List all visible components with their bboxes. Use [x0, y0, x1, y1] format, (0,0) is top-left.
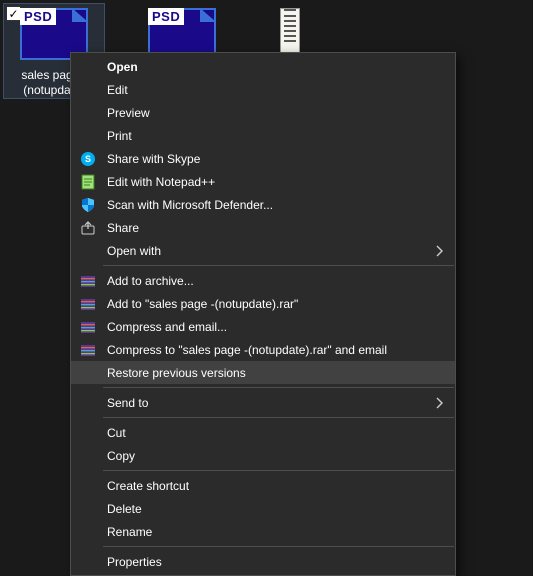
menu-send-to[interactable]: Send to: [71, 391, 455, 414]
menu-separator: [103, 417, 454, 418]
menu-share-skype[interactable]: S Share with Skype: [71, 147, 455, 170]
menu-notepadpp[interactable]: Edit with Notepad++: [71, 170, 455, 193]
chevron-right-icon: [435, 245, 443, 257]
svg-text:S: S: [85, 154, 91, 164]
menu-copy[interactable]: Copy: [71, 444, 455, 467]
context-menu: Open Edit Preview Print S Share with Sky…: [70, 52, 456, 576]
winrar-icon: [79, 295, 97, 313]
share-icon: [79, 219, 97, 237]
defender-shield-icon: [79, 196, 97, 214]
winrar-icon: [79, 318, 97, 336]
menu-separator: [103, 470, 454, 471]
menu-preview[interactable]: Preview: [71, 101, 455, 124]
menu-open-with[interactable]: Open with: [71, 239, 455, 262]
menu-separator: [103, 546, 454, 547]
menu-delete[interactable]: Delete: [71, 497, 455, 520]
psd-badge: PSD: [148, 8, 184, 25]
menu-defender[interactable]: Scan with Microsoft Defender...: [71, 193, 455, 216]
menu-open[interactable]: Open: [71, 55, 455, 78]
menu-print[interactable]: Print: [71, 124, 455, 147]
winrar-icon: [79, 272, 97, 290]
skype-icon: S: [79, 150, 97, 168]
desktop: ✓ PSD sales page -(notupdate) PSD Open E…: [0, 0, 533, 559]
menu-separator: [103, 265, 454, 266]
menu-restore-previous-versions[interactable]: Restore previous versions: [71, 361, 455, 384]
menu-properties[interactable]: Properties: [71, 550, 455, 573]
chevron-right-icon: [435, 397, 443, 409]
menu-share[interactable]: Share: [71, 216, 455, 239]
menu-compress-named-email[interactable]: Compress to "sales page -(notupdate).rar…: [71, 338, 455, 361]
menu-rename[interactable]: Rename: [71, 520, 455, 543]
menu-add-named-rar[interactable]: Add to "sales page -(notupdate).rar": [71, 292, 455, 315]
menu-compress-email[interactable]: Compress and email...: [71, 315, 455, 338]
psd-badge: PSD: [20, 8, 56, 25]
menu-add-archive[interactable]: Add to archive...: [71, 269, 455, 292]
menu-separator: [103, 387, 454, 388]
menu-edit[interactable]: Edit: [71, 78, 455, 101]
notepadpp-icon: [79, 173, 97, 191]
winrar-icon: [79, 341, 97, 359]
checkbox-icon[interactable]: ✓: [6, 6, 21, 21]
menu-cut[interactable]: Cut: [71, 421, 455, 444]
menu-create-shortcut[interactable]: Create shortcut: [71, 474, 455, 497]
